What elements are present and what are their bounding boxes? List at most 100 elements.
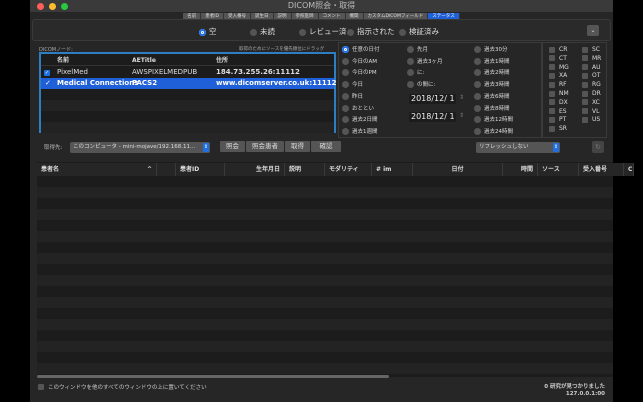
date-option[interactable]: 過去8時間 bbox=[474, 104, 510, 112]
status-dictated[interactable]: 指示された bbox=[347, 26, 395, 37]
col-name[interactable]: 名前 bbox=[57, 55, 69, 66]
retrieve-to-select[interactable]: このコンピュータ - mini-mojave/192.168.11... ⇕ bbox=[70, 142, 210, 153]
table-row[interactable] bbox=[37, 220, 613, 231]
column-header[interactable]: 時間 bbox=[503, 163, 538, 176]
minimize-button[interactable] bbox=[49, 3, 56, 10]
modality-checkbox[interactable]: DX bbox=[549, 99, 568, 106]
node-row-selected[interactable]: ✓ Medical Connections PACS2 www.dicomser… bbox=[41, 78, 336, 89]
modality-checkbox[interactable]: SC bbox=[582, 46, 600, 53]
label: 過去6時間 bbox=[484, 93, 510, 100]
table-row[interactable] bbox=[37, 319, 613, 330]
modality-checkbox[interactable]: XC bbox=[582, 99, 600, 106]
verify-button[interactable]: 確認 bbox=[311, 141, 341, 152]
column-header[interactable]: 患者ID bbox=[176, 163, 225, 176]
modality-checkbox[interactable]: US bbox=[582, 116, 600, 123]
date-option[interactable]: 過去1週間 bbox=[342, 127, 378, 135]
horizontal-scrollbar[interactable] bbox=[37, 375, 389, 378]
column-header[interactable]: 受入番号 bbox=[579, 163, 624, 176]
modality-checkbox[interactable]: MG bbox=[549, 64, 569, 71]
date-option[interactable]: 今日 bbox=[342, 80, 363, 89]
date-option[interactable]: 任意の日付 bbox=[342, 45, 380, 53]
table-row[interactable] bbox=[37, 209, 613, 220]
checkbox-icon bbox=[549, 125, 555, 132]
refresh-select[interactable]: リフレッシュしない ⇕ bbox=[476, 142, 560, 153]
modality-checkbox[interactable]: VL bbox=[582, 108, 599, 115]
date-option[interactable]: 今日のAM bbox=[342, 57, 377, 65]
status-unread[interactable]: 未読 bbox=[250, 26, 275, 37]
modality-checkbox[interactable]: XA bbox=[549, 72, 567, 79]
date-option[interactable]: の間に: bbox=[407, 80, 435, 89]
table-row[interactable] bbox=[37, 231, 613, 242]
modality-checkbox[interactable]: DR bbox=[582, 90, 601, 97]
modality-checkbox[interactable]: AU bbox=[582, 64, 601, 71]
column-header[interactable]: C bbox=[624, 163, 634, 176]
status-empty[interactable]: 空 bbox=[199, 26, 217, 37]
checkbox-icon[interactable]: ✓ bbox=[44, 70, 50, 76]
table-row[interactable] bbox=[37, 275, 613, 286]
chevron-down-icon[interactable]: ⌄ bbox=[587, 25, 599, 36]
table-row[interactable] bbox=[37, 330, 613, 341]
column-header[interactable]: # im bbox=[372, 163, 413, 176]
date-option[interactable]: おととい bbox=[342, 104, 374, 112]
column-header[interactable]: 説明 bbox=[285, 163, 325, 176]
node-row[interactable]: ✓ PixelMed AWSPIXELMEDPUB 184.73.255.26:… bbox=[41, 67, 334, 78]
modality-checkbox[interactable]: OT bbox=[582, 72, 600, 79]
date-option[interactable]: 先月 bbox=[407, 45, 428, 53]
modality-checkbox[interactable]: ES bbox=[549, 108, 567, 115]
column-header[interactable]: 日付 bbox=[413, 163, 503, 176]
table-row[interactable] bbox=[37, 242, 613, 253]
date-option[interactable]: 昨日 bbox=[342, 92, 363, 100]
table-row[interactable] bbox=[37, 253, 613, 264]
table-row[interactable] bbox=[37, 352, 613, 363]
table-row[interactable] bbox=[37, 264, 613, 275]
date-option[interactable]: 過去24時間 bbox=[474, 127, 513, 135]
table-row[interactable] bbox=[37, 187, 613, 198]
col-address[interactable]: 住所 bbox=[216, 55, 228, 66]
date-option[interactable]: 過去2日間 bbox=[342, 115, 378, 124]
table-row[interactable] bbox=[37, 176, 613, 187]
keep-on-top-checkbox[interactable]: このウィンドウを他のすべてのウィンドウの上に置いてください bbox=[38, 383, 207, 391]
refresh-icon[interactable]: ↻ bbox=[592, 141, 604, 153]
stepper-icon[interactable]: ⇕ bbox=[459, 112, 464, 119]
column-header[interactable]: モダリティ bbox=[325, 163, 372, 176]
column-header[interactable]: 患者名 ^ bbox=[37, 163, 157, 176]
close-button[interactable] bbox=[37, 3, 44, 10]
date-option[interactable]: 今日のPM bbox=[342, 68, 377, 77]
table-row[interactable] bbox=[37, 363, 613, 374]
date-option[interactable]: 過去12時間 bbox=[474, 115, 513, 124]
modality-checkbox[interactable]: CT bbox=[549, 55, 567, 62]
date-option[interactable]: 過去30分 bbox=[474, 45, 508, 53]
date-option[interactable]: 過去1時間 bbox=[474, 57, 510, 65]
retrieve-button[interactable]: 取得 bbox=[285, 141, 310, 152]
date-option[interactable]: 過去3時間 bbox=[474, 80, 510, 89]
modality-checkbox[interactable]: NM bbox=[549, 90, 569, 97]
status-reviewed[interactable]: レビュー済 bbox=[299, 26, 347, 37]
status-validated[interactable]: 検証済み bbox=[399, 26, 439, 37]
table-row[interactable] bbox=[37, 297, 613, 308]
date-option[interactable]: 過去3ヶ月 bbox=[407, 57, 443, 65]
query-button[interactable]: 照会 bbox=[220, 141, 245, 152]
date-option[interactable]: 過去2時間 bbox=[474, 68, 510, 77]
zoom-button[interactable] bbox=[61, 3, 68, 10]
modality-checkbox[interactable]: MR bbox=[582, 55, 601, 62]
date-to-field[interactable]: 2018/12/ 1 bbox=[409, 112, 456, 122]
date-option[interactable]: 過去6時間 bbox=[474, 92, 510, 100]
col-aetitle[interactable]: AETitle bbox=[132, 55, 156, 66]
modality-checkbox[interactable]: CR bbox=[549, 46, 567, 53]
column-header[interactable] bbox=[157, 163, 176, 176]
checkbox-icon[interactable]: ✓ bbox=[45, 78, 51, 89]
table-row[interactable] bbox=[37, 341, 613, 352]
column-header[interactable]: ソース bbox=[538, 163, 579, 176]
date-option[interactable]: に: bbox=[407, 68, 424, 77]
modality-checkbox[interactable]: RG bbox=[582, 81, 601, 88]
date-from-field[interactable]: 2018/12/ 1 bbox=[409, 94, 456, 104]
modality-checkbox[interactable]: RF bbox=[549, 81, 567, 88]
query-patient-button[interactable]: 照会患者 bbox=[246, 141, 284, 152]
column-header[interactable]: 生年月日 bbox=[225, 163, 285, 176]
stepper-icon[interactable]: ⇕ bbox=[459, 94, 464, 101]
table-row[interactable] bbox=[37, 286, 613, 297]
table-row[interactable] bbox=[37, 198, 613, 209]
table-row[interactable] bbox=[37, 308, 613, 319]
modality-checkbox[interactable]: SR bbox=[549, 125, 567, 132]
modality-checkbox[interactable]: PT bbox=[549, 116, 566, 123]
